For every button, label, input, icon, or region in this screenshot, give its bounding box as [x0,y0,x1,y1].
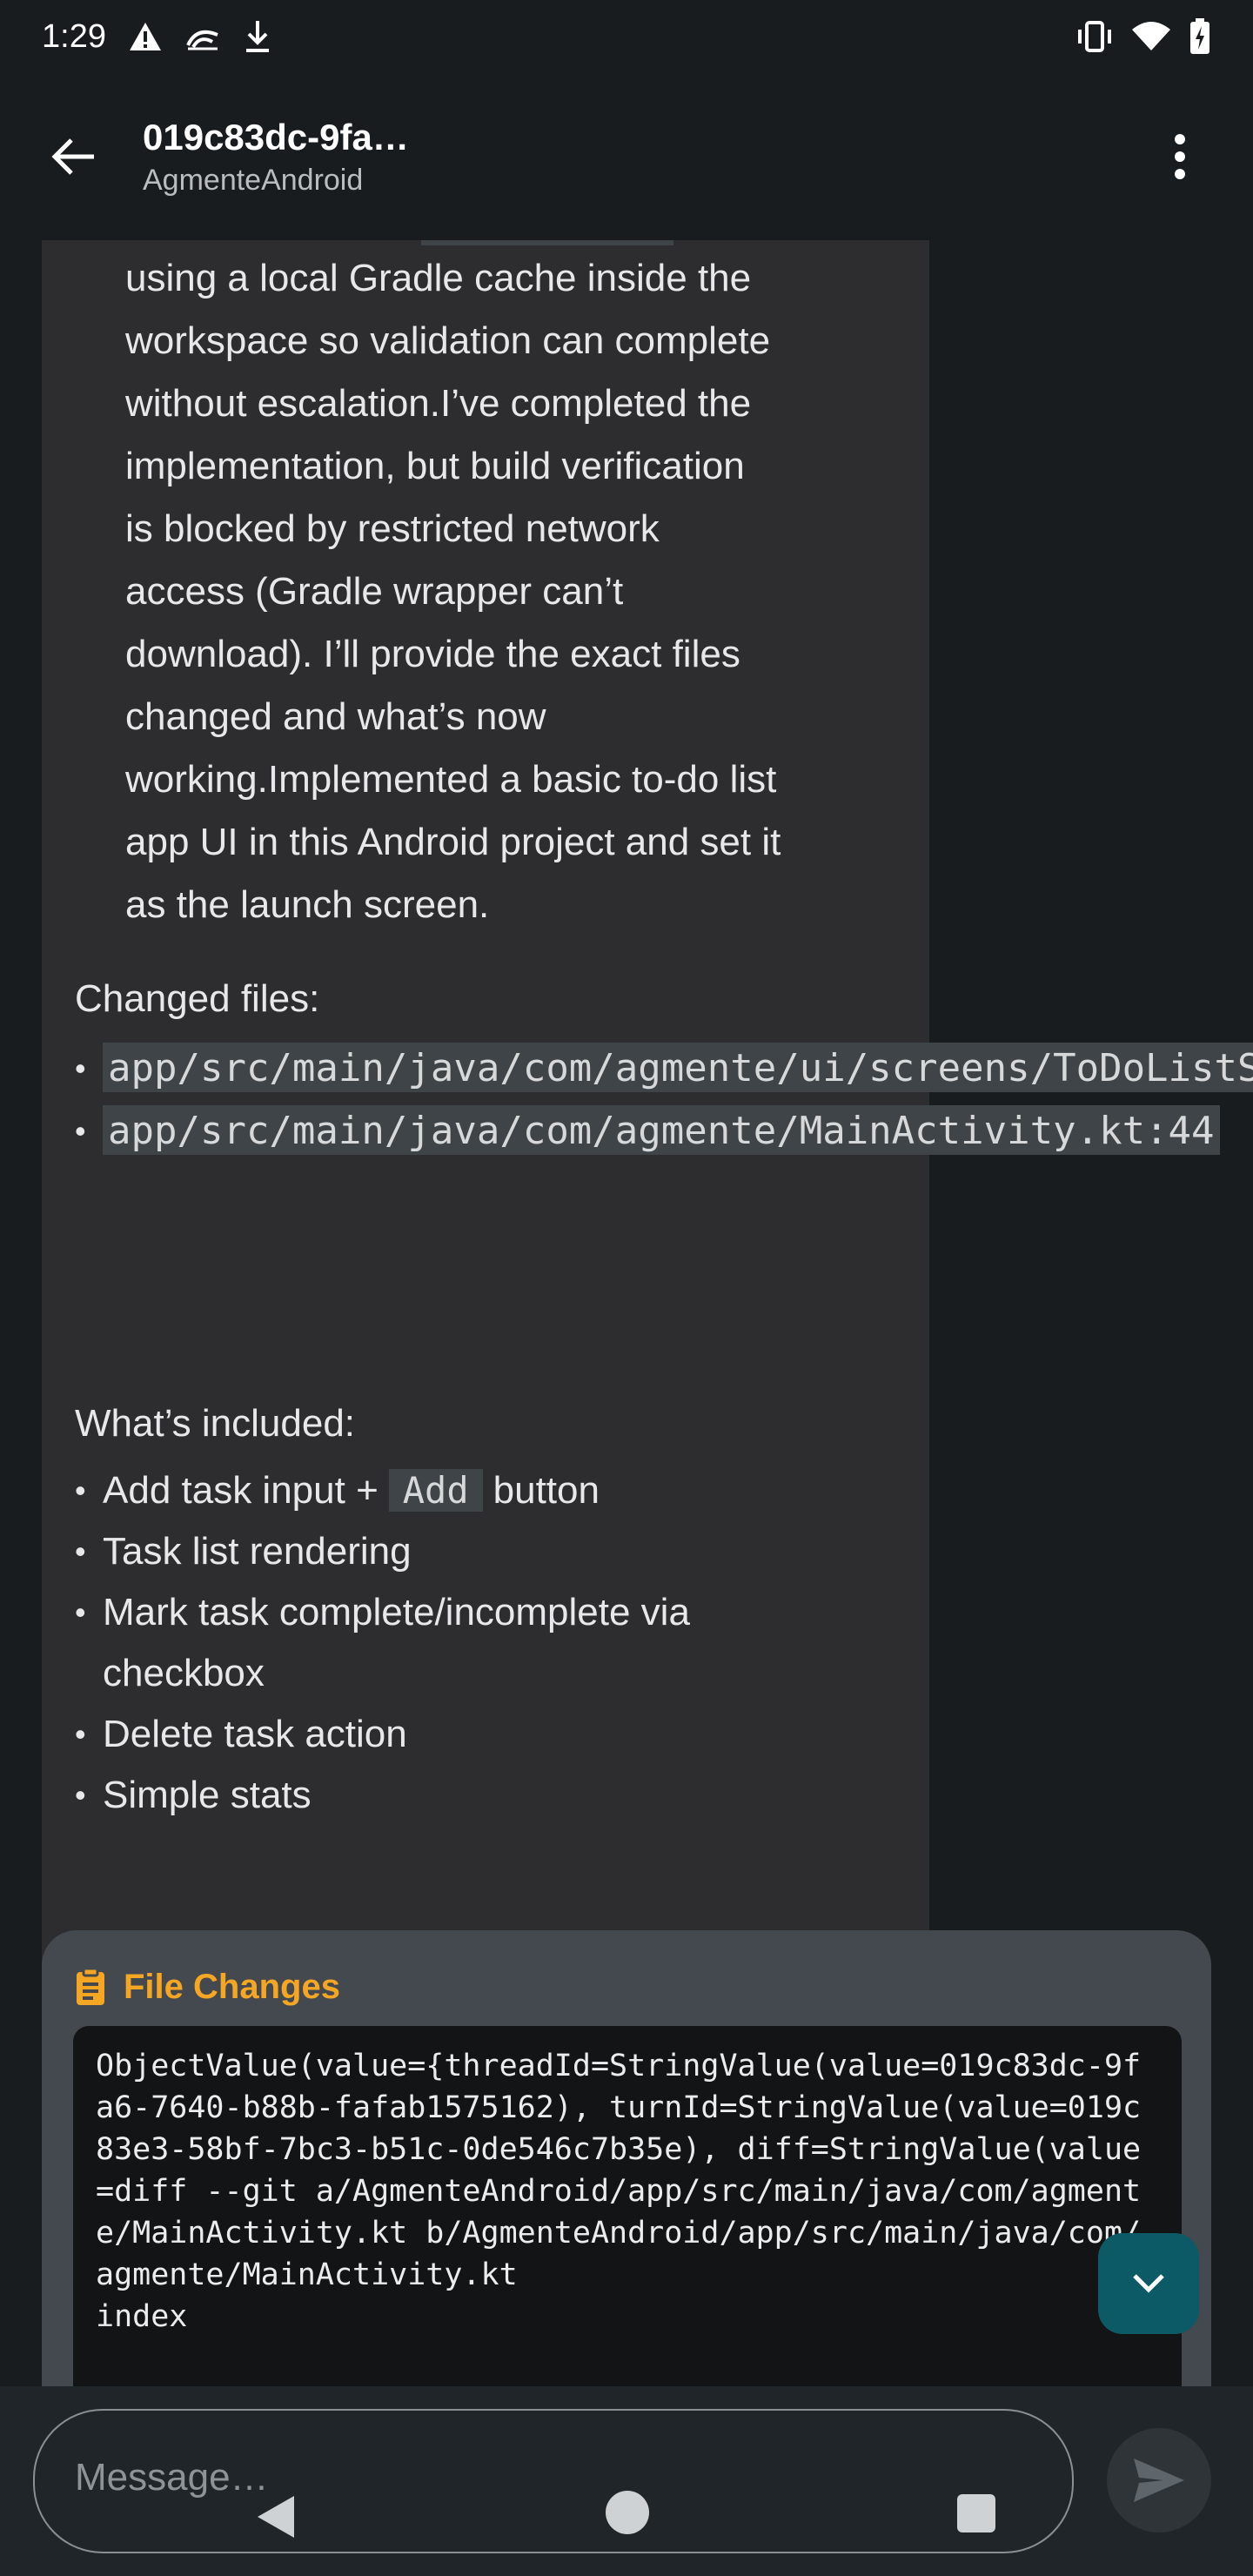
paragraph-line: is blocked by restricted network [125,507,660,550]
chat-scroll-area[interactable]: using a local Gradle cache inside the wo… [0,240,1253,2386]
more-vert-icon [1175,134,1185,179]
back-button[interactable] [42,125,104,188]
status-time: 1:29 [42,17,106,55]
more-options-button[interactable] [1149,125,1211,188]
file-path-code: app/src/main/java/com/agmente/ui/screens… [103,1043,1253,1092]
diff-code-block: ObjectValue(value={threadId=StringValue(… [73,2026,1182,2386]
nav-recents-icon[interactable] [957,2494,995,2532]
changed-files-list: • app/src/main/java/com/agmente/ui/scree… [75,1037,1253,1163]
whats-included-heading: What’s included: [75,1402,356,1445]
wifi-icon [1131,21,1171,52]
file-changes-title: File Changes [124,1967,340,2006]
changed-files-heading: Changed files: [75,977,320,1020]
chevron-down-icon [1133,2274,1164,2293]
project-name: AgmenteAndroid [143,164,364,197]
paragraph-line: changed and what’s now [125,695,546,738]
list-item: • Simple stats [75,1774,312,1816]
paragraph-line: app UI in this Android project and set i… [125,821,781,863]
list-item: • Add task input + Add button [75,1469,600,1512]
conversation-title: 019c83dc-9fa… [143,117,409,158]
back-arrow-icon [51,138,94,175]
paragraph-line: access (Gradle wrapper can’t [125,570,624,613]
paragraph-line: download). I’ll provide the exact files [125,633,740,675]
file-path-code: app/src/main/java/com/agmente/MainActivi… [103,1105,1220,1155]
paragraph-line: without escalation.I’ve completed the [125,382,752,425]
nav-back-icon[interactable] [254,2494,296,2539]
list-item: • app/src/main/java/com/agmente/MainActi… [75,1100,1220,1163]
list-item: • Mark task complete/incomplete via chec… [75,1591,690,1694]
paragraph-line: working.Implemented a basic to-do list [125,758,777,801]
scroll-to-bottom-button[interactable] [1098,2233,1199,2334]
message-paragraph: using a local Gradle cache inside the wo… [125,247,891,936]
battery-charging-icon [1189,18,1211,55]
paragraph-line: workspace so validation can complete [125,319,771,362]
conversation-title-block: 019c83dc-9fa… AgmenteAndroid [143,114,1149,199]
vibrate-icon [1075,21,1114,52]
paragraph-line: using a local Gradle cache inside the [125,257,752,299]
document-icon [77,1967,104,2005]
warning-icon [129,22,162,51]
paragraph-line: implementation, but build verification [125,445,745,487]
list-item: • app/src/main/java/com/agmente/ui/scree… [75,1037,1253,1100]
status-bar: 1:29 [0,0,1253,73]
hotspot-icon [184,23,221,50]
paragraph-line: as the launch screen. [125,883,490,926]
included-list: • Add task input + Add button • Task list … [75,1460,858,1826]
download-icon [244,19,271,54]
system-navigation-bar [0,2473,1253,2552]
list-item: • Delete task action [75,1713,407,1755]
list-item: • Task list rendering [75,1530,412,1573]
inline-code: Add [388,1469,483,1512]
file-changes-card: File Changes ObjectValue(value={threadId… [42,1930,1211,2386]
assistant-message-bubble: using a local Gradle cache inside the wo… [42,240,1253,2144]
app-bar: 019c83dc-9fa… AgmenteAndroid [0,73,1253,240]
file-changes-header: File Changes [73,1967,340,2007]
nav-home-icon[interactable] [606,2491,649,2534]
